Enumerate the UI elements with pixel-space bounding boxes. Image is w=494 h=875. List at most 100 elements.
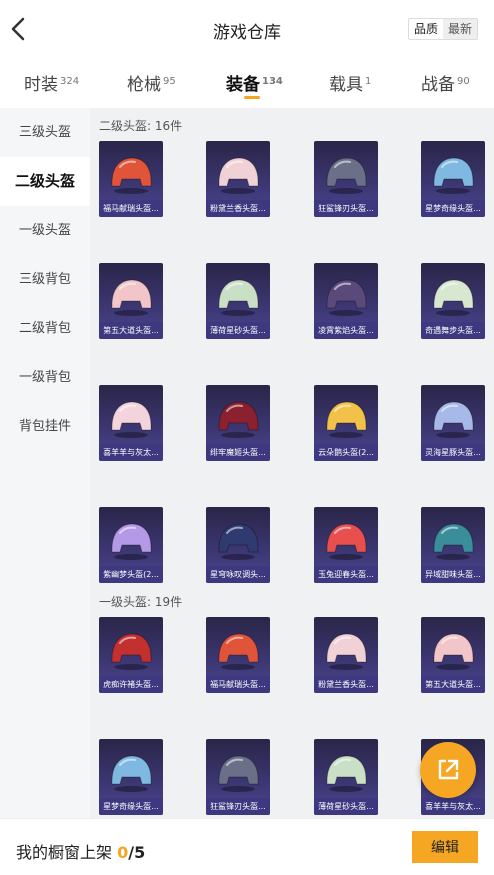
item-name: 第五大道头盔...: [99, 322, 163, 339]
item-card[interactable]: 星梦奇缘头盔...: [421, 141, 485, 217]
item-name: 福马献瑞头盔...: [99, 200, 163, 217]
helmet-icon: [218, 157, 259, 194]
edit-button[interactable]: 编辑: [412, 831, 478, 863]
item-name: 奇遇舞步头盔...: [421, 322, 485, 339]
item-name: 虎痴许褚头盔...: [99, 676, 163, 693]
helmet-icon: [326, 279, 367, 316]
helmet-icon: [326, 633, 367, 670]
showcase-label: 我的橱窗上架: [16, 843, 113, 862]
item-card[interactable]: 凌霄紫焰头盔...: [314, 263, 378, 339]
tab-label: 载具: [329, 75, 363, 95]
item-card[interactable]: 奇遇舞步头盔...: [421, 263, 485, 339]
item-card[interactable]: 薄荷星砂头盔...: [314, 739, 378, 815]
tab-count: 324: [60, 76, 80, 87]
active-tab-indicator: [244, 96, 260, 99]
tab-label: 装备: [226, 75, 260, 95]
tab-label: 时装: [24, 75, 58, 95]
helmet-icon: [433, 401, 474, 438]
tab-supplies[interactable]: 战备 90: [421, 70, 470, 95]
showcase-count: 0: [117, 843, 129, 862]
item-card[interactable]: 第五大道头盔...: [421, 617, 485, 693]
tab-count: 134: [262, 76, 283, 87]
item-name: 异域甜味头盔...: [421, 566, 485, 583]
sidebar-item-level2-helmet[interactable]: 二级头盔: [0, 157, 90, 206]
tab-label: 枪械: [127, 75, 161, 95]
helmet-icon: [111, 401, 152, 438]
helmet-icon: [433, 157, 474, 194]
item-card[interactable]: 喜羊羊与灰太...: [99, 385, 163, 461]
item-name: 玉兔迎春头盔...: [314, 566, 378, 583]
item-card[interactable]: 绯牢魔姬头盔...: [206, 385, 270, 461]
item-name: 灵海星豚头盔...: [421, 444, 485, 461]
item-name: 狂鲨锋刃头盔...: [206, 798, 270, 815]
sort-latest-button[interactable]: 最新: [442, 19, 477, 39]
showcase-bar: 我的橱窗上架 0/5 编辑: [0, 818, 494, 875]
share-button[interactable]: [420, 742, 476, 798]
sidebar-item-level1-helmet[interactable]: 一级头盔: [0, 206, 90, 255]
item-name: 粉黛兰香头盔...: [206, 200, 270, 217]
item-name: 紫幽梦头盔(2...: [99, 566, 163, 583]
item-name: 云朵鹅头盔(2...: [314, 444, 378, 461]
item-name: 第五大道头盔...: [421, 676, 485, 693]
helmet-icon: [111, 633, 152, 670]
sort-quality-button[interactable]: 品质: [408, 19, 443, 39]
item-card[interactable]: 紫幽梦头盔(2...: [99, 507, 163, 583]
category-tabs: 时装 324 枪械 95 装备 134 载具 1 战备 90: [0, 58, 494, 108]
tab-count: 1: [365, 76, 372, 87]
tab-guns[interactable]: 枪械 95: [127, 70, 176, 95]
showcase-status: 我的橱窗上架 0/5: [16, 839, 145, 863]
showcase-total: /5: [128, 843, 146, 862]
tab-count: 95: [163, 76, 176, 87]
tab-fashion[interactable]: 时装 324: [24, 70, 79, 95]
item-name: 凌霄紫焰头盔...: [314, 322, 378, 339]
helmet-icon: [326, 523, 367, 560]
item-card[interactable]: 异域甜味头盔...: [421, 507, 485, 583]
helmet-icon: [111, 523, 152, 560]
item-card[interactable]: 薄荷星砂头盔...: [206, 263, 270, 339]
tab-equipment[interactable]: 装备 134: [226, 70, 283, 95]
item-card[interactable]: 粉黛兰香头盔...: [206, 141, 270, 217]
item-card[interactable]: 星梦奇缘头盔...: [99, 739, 163, 815]
item-card[interactable]: 福马献瑞头盔...: [206, 617, 270, 693]
tab-vehicles[interactable]: 载具 1: [329, 70, 371, 95]
sidebar-item-level3-helmet[interactable]: 三级头盔: [0, 108, 90, 157]
helmet-icon: [218, 633, 259, 670]
item-card[interactable]: 福马献瑞头盔...: [99, 141, 163, 217]
tab-label: 战备: [421, 75, 455, 95]
section-title: 一级头盔: 19件: [99, 595, 183, 609]
item-card[interactable]: 玉兔迎春头盔...: [314, 507, 378, 583]
item-name: 薄荷星砂头盔...: [206, 322, 270, 339]
helmet-icon: [111, 279, 152, 316]
item-card[interactable]: 灵海星豚头盔...: [421, 385, 485, 461]
item-grid: 二级头盔: 16件 一级头盔: 19件 福马献瑞头盔... 粉黛兰香头盔... 狂鲨…: [90, 108, 494, 818]
item-card[interactable]: 云朵鹅头盔(2...: [314, 385, 378, 461]
sidebar: 三级头盔 二级头盔 一级头盔 三级背包 二级背包 一级背包 背包挂件: [0, 108, 90, 818]
sidebar-item-backpack-charm[interactable]: 背包挂件: [0, 402, 90, 451]
tab-count: 90: [457, 76, 470, 87]
item-name: 星穹咏叹调头...: [206, 566, 270, 583]
item-name: 喜羊羊与灰太...: [99, 444, 163, 461]
item-name: 粉黛兰香头盔...: [314, 676, 378, 693]
sort-toggle: 品质 最新: [407, 18, 478, 40]
item-name: 绯牢魔姬头盔...: [206, 444, 270, 461]
helmet-icon: [111, 157, 152, 194]
item-card[interactable]: 虎痴许褚头盔...: [99, 617, 163, 693]
item-card[interactable]: 第五大道头盔...: [99, 263, 163, 339]
sidebar-item-level1-backpack[interactable]: 一级背包: [0, 353, 90, 402]
item-card[interactable]: 狂鲨锋刃头盔...: [314, 141, 378, 217]
helmet-icon: [326, 401, 367, 438]
item-name: 狂鲨锋刃头盔...: [314, 200, 378, 217]
helmet-icon: [433, 279, 474, 316]
item-card[interactable]: 狂鲨锋刃头盔...: [206, 739, 270, 815]
item-name: 喜羊羊与灰太...: [421, 798, 485, 815]
helmet-icon: [433, 633, 474, 670]
sidebar-item-level3-backpack[interactable]: 三级背包: [0, 255, 90, 304]
sidebar-item-level2-backpack[interactable]: 二级背包: [0, 304, 90, 353]
helmet-icon: [433, 523, 474, 560]
item-card[interactable]: 粉黛兰香头盔...: [314, 617, 378, 693]
item-name: 星梦奇缘头盔...: [99, 798, 163, 815]
helmet-icon: [218, 401, 259, 438]
helmet-icon: [218, 279, 259, 316]
item-name: 薄荷星砂头盔...: [314, 798, 378, 815]
item-card[interactable]: 星穹咏叹调头...: [206, 507, 270, 583]
